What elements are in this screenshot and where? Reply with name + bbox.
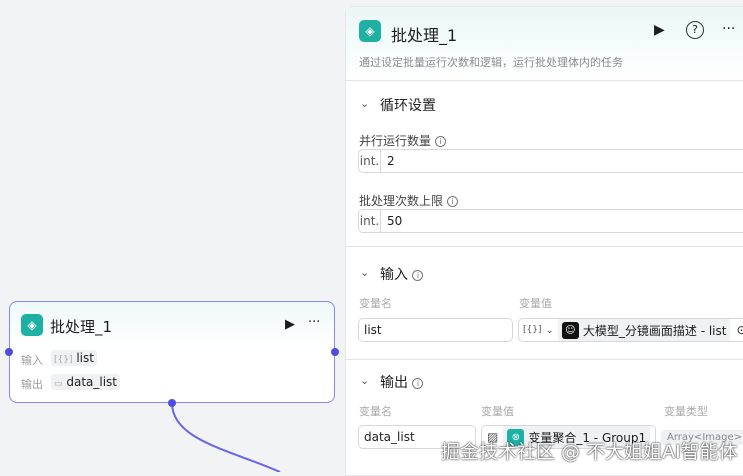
target-icon[interactable]: ⊙ [730,323,743,337]
watermark: 掘金技术社区 @ 不大姐姐AI智能体 [441,441,738,463]
node-title: 批处理_1 [50,318,113,336]
input-name-field[interactable]: list [358,318,513,342]
variable-reference[interactable]: ☺ 大模型_分镜画面描述 - list [557,319,731,341]
input-value-field[interactable]: [{}] ⌄ ☺ 大模型_分镜画面描述 - list ⊙ [518,318,743,342]
output-name-value: data_list [364,430,415,444]
limit-input[interactable]: int. 50 [358,209,743,233]
limit-value: 50 [387,214,403,228]
input-section-text: 输入 [380,267,408,283]
type-badge: int. [359,210,381,232]
run-icon[interactable]: ▶ [654,22,665,38]
array-icon: [{}] [54,355,73,365]
output-label: 输出 [21,378,43,391]
help-icon[interactable]: ? [686,21,704,39]
loop-section-title[interactable]: 循环设置 [380,95,436,115]
layers-icon: ◈ [359,20,381,42]
limit-label: 批处理次数上限 i [359,192,458,209]
var-value-header: 变量值 [481,405,514,418]
parallel-input[interactable]: int. 2 [358,149,743,173]
info-icon[interactable]: i [446,196,458,207]
more-icon[interactable]: ··· [308,315,320,330]
output-port[interactable] [331,348,339,356]
llm-icon: ☺ [561,321,579,339]
parallel-value: 2 [387,154,395,168]
type-badge: int. [359,150,381,172]
array-type-icon: [{}] [523,325,542,335]
panel-title: 批处理_1 [391,26,458,45]
limit-label-text: 批处理次数上限 [359,194,444,208]
run-icon[interactable]: ▶ [285,317,295,332]
input-tag: [{}] list [51,350,97,366]
input-label: 输入 [21,354,43,367]
layers-icon: ◈ [21,314,43,336]
parallel-label-text: 并行运行数量 [359,134,432,148]
chevron-down-icon[interactable]: ⌄ [360,374,369,387]
output-section-text: 输出 [380,375,408,391]
node-settings-panel: ◈ 批处理_1 ▶ ? ··· 通过设定批量运行次数和逻辑，运行批处理体内的任务… [345,6,743,476]
divider [346,359,743,360]
var-name-header: 变量名 [359,405,392,418]
output-value: data_list [66,375,117,389]
divider [346,246,743,247]
input-name-value: list [364,323,382,337]
chevron-down-icon[interactable]: ⌄ [360,97,369,110]
info-icon[interactable]: i [412,269,424,281]
output-tag: ▭ data_list [51,374,120,390]
input-value: list [76,351,94,365]
input-section-title[interactable]: 输入 i [380,264,424,284]
output-section-title[interactable]: 输出 i [380,372,424,392]
info-icon[interactable]: i [412,377,424,389]
chevron-down-icon[interactable]: ⌄ [545,325,557,336]
batch-node[interactable]: ◈ 批处理_1 ▶ ··· 输入 [{}] list 输出 ▭ data_lis… [9,301,335,403]
info-icon[interactable]: i [434,136,446,147]
panel-description: 通过设定批量运行次数和逻辑，运行批处理体内的任务 [359,56,623,69]
more-icon[interactable]: ··· [722,21,735,37]
panel-header: ◈ 批处理_1 ▶ ? ··· 通过设定批量运行次数和逻辑，运行批处理体内的任务 [346,7,743,81]
parallel-label: 并行运行数量 i [359,132,446,149]
bottom-port[interactable] [168,399,176,407]
input-ref-text: 大模型_分镜画面描述 - list [582,323,727,338]
image-array-icon: ▭ [54,379,63,389]
chevron-down-icon[interactable]: ⌄ [360,266,369,279]
input-port[interactable] [5,348,13,356]
var-name-header: 变量名 [359,297,392,310]
var-value-header: 变量值 [519,297,552,310]
var-type-header: 变量类型 [664,405,708,418]
